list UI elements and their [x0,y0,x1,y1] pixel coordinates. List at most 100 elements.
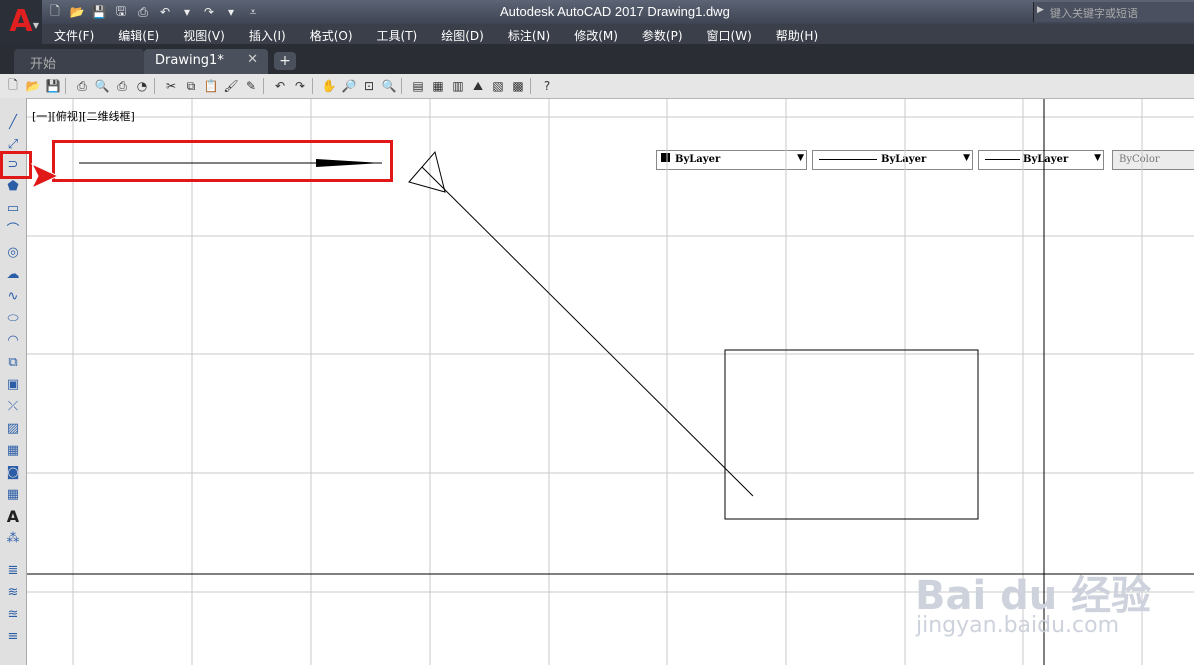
save-icon[interactable]: 💾 [44,77,62,95]
block-editor-icon[interactable]: ✎ [242,77,260,95]
zoom-window-icon[interactable]: ⊡ [360,77,378,95]
menu-view[interactable]: 视图(V) [171,24,237,44]
properties-icon[interactable]: ▤ [409,77,427,95]
menu-draw[interactable]: 绘图(D) [429,24,496,44]
dropdown-icon[interactable]: ▾ [222,3,240,21]
app-menu-button[interactable]: A ▼ [0,0,42,44]
tab-start-label: 开始 [30,57,57,72]
menu-dimension[interactable]: 标注(N) [496,24,562,44]
revcloud-icon[interactable]: ☁ [4,266,22,284]
close-icon[interactable]: ✕ [247,52,258,67]
table-icon[interactable]: ▦ [4,486,22,504]
toolbar-separator [65,78,70,94]
menu-parametric[interactable]: 参数(P) [630,24,695,44]
plot-icon[interactable]: ⎙ [73,77,91,95]
menu-file[interactable]: 文件(F) [42,24,106,44]
help-icon[interactable]: ? [538,77,556,95]
toolbar-separator [154,78,159,94]
insert-block-icon[interactable]: ⧉ [4,354,22,372]
tab-start[interactable]: 开始 [14,49,144,74]
plus-icon: + [279,53,291,69]
viewport-controls[interactable]: [一][俯视][二维线框] [32,108,135,124]
gradient-icon[interactable]: ▦ [4,442,22,460]
toolbar-separator [312,78,317,94]
make-block-icon[interactable]: ▣ [4,376,22,394]
layer-isolate-icon[interactable]: ≡ [4,628,22,646]
save-icon[interactable]: 💾 [90,3,108,21]
new-tab-button[interactable]: + [274,52,296,70]
menu-bar: 文件(F) 编辑(E) 视图(V) 插入(I) 格式(O) 工具(T) 绘图(D… [42,24,1194,44]
plot-preview-icon[interactable]: 🔍 [93,77,111,95]
paste-icon[interactable]: 📋 [202,77,220,95]
publish-icon[interactable]: ⎙ [113,77,131,95]
copy-icon[interactable]: ⧉ [182,77,200,95]
layer-states-icon[interactable]: ≋ [4,584,22,602]
save-as-icon[interactable]: 🖫 [112,3,130,21]
expand-icon[interactable]: ▶ [1037,5,1044,15]
match-properties-icon[interactable]: 🖌 [222,77,240,95]
design-center-icon[interactable]: ▦ [429,77,447,95]
menu-tools[interactable]: 工具(T) [365,24,430,44]
menu-edit[interactable]: 编辑(E) [106,24,171,44]
toolbar-separator [263,78,268,94]
layer-properties-icon[interactable]: ≣ [4,562,22,580]
menu-help[interactable]: 帮助(H) [764,24,830,44]
menu-window[interactable]: 窗口(W) [695,24,764,44]
toolbar-separator [401,78,406,94]
search-placeholder[interactable]: 键入关键字或短语 [1050,5,1138,21]
ellipse-arc-icon[interactable]: ◠ [4,332,22,350]
redo-icon[interactable]: ↷ [200,3,218,21]
ellipse-icon[interactable]: ⬭ [4,310,22,328]
add-selected-icon[interactable]: ⁂ [4,530,22,548]
sheet-set-icon[interactable]: ⛰ [469,77,487,95]
markup-icon[interactable]: ▧ [489,77,507,95]
hatch-icon[interactable]: ▨ [4,420,22,438]
rectangle-shape[interactable] [724,349,979,520]
zoom-realtime-icon[interactable]: 🔎 [340,77,358,95]
arc-3pt-icon[interactable]: ⌒ [4,222,22,240]
toolbar-separator [530,78,535,94]
chevron-down-icon: ▼ [32,21,39,30]
menu-insert[interactable]: 插入(I) [237,24,298,44]
quick-access-toolbar: 🗋 📂 💾 🖫 ⎙ ↶ ▾ ↷ ▾ ⩡ [46,3,262,21]
redo-icon[interactable]: ↷ [291,77,309,95]
circle-icon[interactable]: ◎ [4,244,22,262]
tab-drawing1-label: Drawing1* [155,53,224,68]
quickcalc-icon[interactable]: ▩ [509,77,527,95]
diagonal-line[interactable] [421,166,754,497]
file-tab-bar: 开始 Drawing1* ✕ + [0,44,1194,74]
undo-icon[interactable]: ↶ [156,3,174,21]
autocad-logo-icon: A [9,4,33,39]
point-icon[interactable]: ⤫ [4,398,22,416]
spline-icon[interactable]: ∿ [4,288,22,306]
3d-dwf-icon[interactable]: ◔ [133,77,151,95]
tab-drawing1[interactable]: Drawing1* ✕ [144,49,268,74]
pan-icon[interactable]: ✋ [320,77,338,95]
cut-icon[interactable]: ✂ [162,77,180,95]
draw-toolbar: ╱ ⤢ ⊃ ⬟ ▭ ⌒ ◎ ☁ ∿ ⬭ ◠ ⧉ ▣ ⤫ ▨ ▦ ◙ ▦ A ⁂ … [0,98,27,665]
window-title: Autodesk AutoCAD 2017 Drawing1.dwg [500,4,730,19]
menu-format[interactable]: 格式(O) [298,24,365,44]
customize-icon[interactable]: ⩡ [244,3,262,21]
standard-toolbar: 🗋 📂 💾 ⎙ 🔍 ⎙ ◔ ✂ ⧉ 📋 🖌 ✎ ↶ ↷ ✋ 🔎 ⊡ 🔍 ▤ ▦ … [0,74,1194,170]
new-file-icon[interactable]: 🗋 [46,3,64,21]
watermark-url: jingyan.baidu.com [916,613,1120,638]
region-icon[interactable]: ◙ [4,464,22,482]
pointer-arrow-icon [30,162,60,190]
rectangle-icon[interactable]: ▭ [4,200,22,218]
layer-previous-icon[interactable]: ≊ [4,606,22,624]
open-file-icon[interactable]: 📂 [68,3,86,21]
open-icon[interactable]: 📂 [24,77,42,95]
zoom-previous-icon[interactable]: 🔍 [380,77,398,95]
tool-palettes-icon[interactable]: ▥ [449,77,467,95]
line-icon[interactable]: ╱ [4,114,22,132]
polygon-icon[interactable]: ⬟ [4,178,22,196]
multiline-text-icon[interactable]: A [4,508,22,526]
search-box[interactable]: ▶ 键入关键字或短语 [1033,2,1194,22]
print-icon[interactable]: ⎙ [134,3,152,21]
drawing-highlight-box [52,140,393,182]
dropdown-icon[interactable]: ▾ [178,3,196,21]
menu-modify[interactable]: 修改(M) [562,24,630,44]
undo-icon[interactable]: ↶ [271,77,289,95]
new-icon[interactable]: 🗋 [4,77,22,95]
